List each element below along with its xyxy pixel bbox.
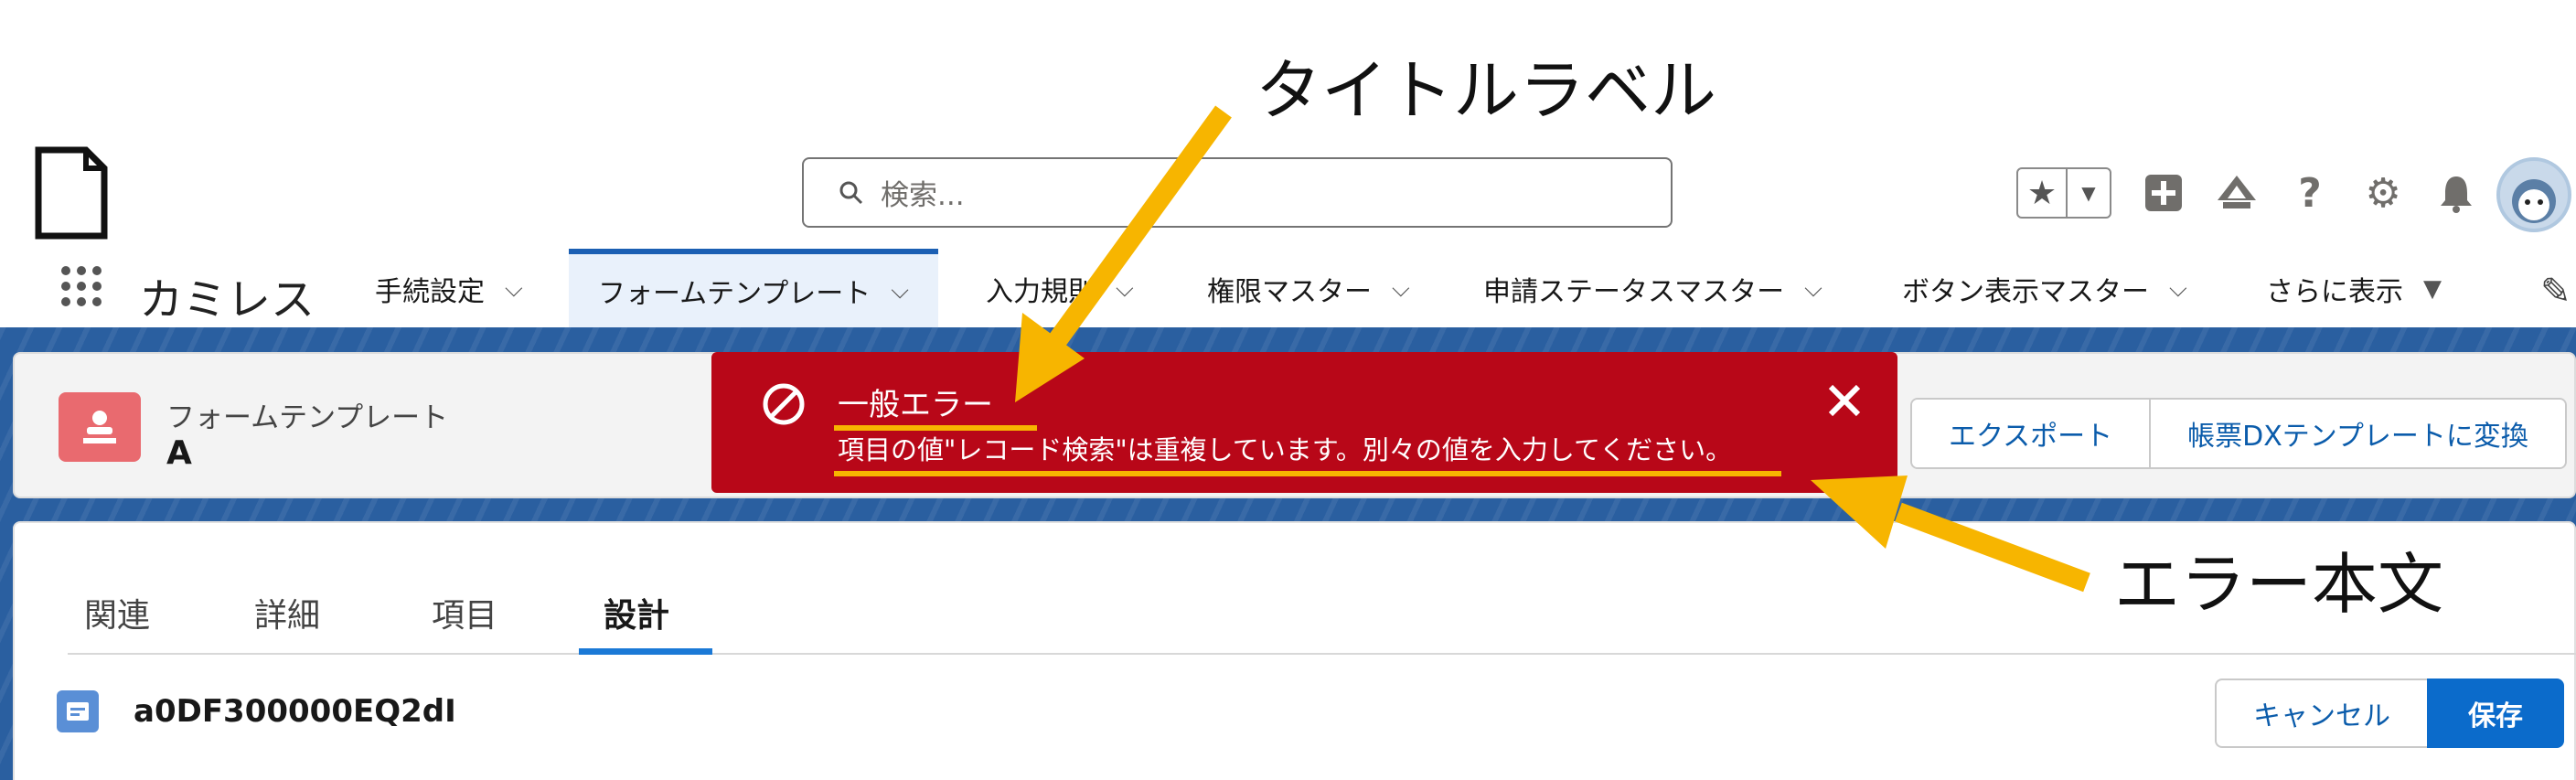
toast-message: 項目の値"レコード検索"は重複しています。別々の値を入力してください。 [838,434,1733,465]
record-id: a0DF300000EQ2dI [134,693,456,730]
app-nav-bar: カミレス 手続設定 ⌵ フォームテンプレート ⌵ 入力規則 ⌵ 権限マスター ⌵… [0,243,2576,327]
chevron-down-icon[interactable]: ⌵ [1804,275,1822,304]
active-tab-indicator [579,648,712,655]
gear-icon[interactable]: ⚙ [2362,170,2404,217]
chevron-down-icon[interactable]: ⌵ [891,277,909,305]
chevron-down-icon[interactable]: ⌵ [1392,275,1410,304]
nav-item-label: 手続設定 [375,276,485,308]
record-object-icon [57,690,99,732]
nav-item-procedure-settings[interactable]: 手続設定 ⌵ [375,269,523,309]
chevron-down-icon[interactable]: ⌵ [505,275,523,304]
message-highlight-underline [834,471,1781,476]
app-logo-icon [35,146,108,240]
nav-item-input-rules[interactable]: 入力規則 ⌵ [986,269,1134,309]
screenshot-root: 検索... ★ ▼ ? ⚙ カミレス 手続設定 ⌵ フォームテンプレート ⌵ 入… [0,0,2576,780]
nav-item-label: 申請ステータスマスター [1483,276,1785,308]
toast-title: 一般エラー [838,387,993,423]
nav-item-status-master[interactable]: 申請ステータスマスター ⌵ [1483,269,1822,309]
chevron-down-icon[interactable]: ⌵ [1116,275,1134,304]
caret-down-icon[interactable]: ▼ [2423,275,2442,303]
nav-item-form-template[interactable]: フォームテンプレート ⌵ [569,249,938,327]
bell-icon[interactable] [2435,172,2477,214]
user-avatar[interactable] [2496,157,2571,232]
tab-design[interactable]: 設計 [604,589,669,636]
nav-item-label: 入力規則 [986,276,1096,308]
annotation-body-label: エラー本文 [2114,546,2444,623]
edit-nav-pencil-icon[interactable]: ✎ [2540,271,2571,313]
nav-item-more[interactable]: さらに表示 ▼ [2266,269,2442,309]
title-highlight-underline [834,425,1037,431]
nav-item-label: フォームテンプレート [598,278,871,310]
record-name: A [166,434,192,472]
header-utility-icons: ★ ▼ ? ⚙ [2016,161,2477,225]
error-ban-icon [763,383,805,425]
global-actions-plus-icon[interactable] [2143,172,2185,214]
caret-down-icon: ▼ [2081,182,2096,204]
convert-dx-template-button[interactable]: 帳票DXテンプレートに変換 [2149,400,2565,467]
record-action-buttons: エクスポート 帳票DXテンプレートに変換 [1910,398,2567,469]
nav-item-label: 権限マスター [1207,276,1372,308]
tab-related[interactable]: 関連 [84,589,150,636]
search-icon [839,181,863,204]
save-button[interactable]: 保存 [2427,678,2564,748]
nav-item-button-display-master[interactable]: ボタン表示マスター ⌵ [1902,269,2187,309]
cancel-button[interactable]: キャンセル [2215,678,2427,748]
export-button[interactable]: エクスポート [1912,400,2150,467]
record-type-label: フォームテンプレート [166,401,449,434]
form-template-icon [59,392,141,462]
search-placeholder: 検索... [881,179,965,212]
star-icon: ★ [2018,169,2068,217]
tab-details[interactable]: 詳細 [254,589,320,636]
tab-divider [68,653,2576,655]
help-icon[interactable]: ? [2289,170,2331,217]
app-name: カミレス [139,274,315,326]
global-search-input[interactable]: 検索... [802,157,1673,228]
favorites-button[interactable]: ★ ▼ [2016,167,2111,219]
annotation-title-label: タイトルラベル [1256,52,1717,129]
tab-fields[interactable]: 項目 [432,589,497,636]
app-launcher-icon[interactable] [59,263,104,309]
trailhead-icon[interactable] [2216,172,2258,214]
close-icon[interactable] [1820,376,1869,425]
nav-item-label: さらに表示 [2266,276,2403,308]
error-toast: 一般エラー 項目の値"レコード検索"は重複しています。別々の値を入力してください… [711,352,1897,493]
nav-item-label: ボタン表示マスター [1902,276,2149,308]
chevron-down-icon[interactable]: ⌵ [2169,275,2187,304]
nav-item-permission-master[interactable]: 権限マスター ⌵ [1207,269,1410,309]
